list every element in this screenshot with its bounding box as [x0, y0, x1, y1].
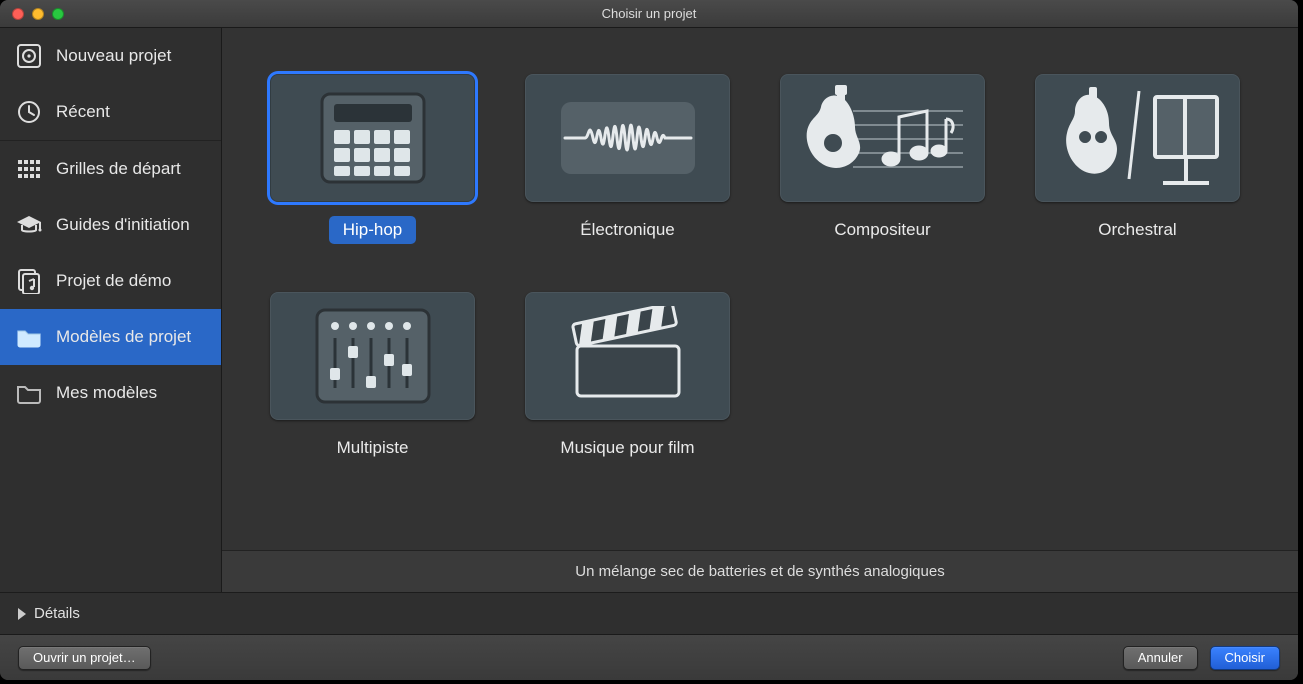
clock-icon — [16, 99, 42, 125]
template-grid: Hip-hop Électronique — [270, 74, 1250, 462]
sidebar-item-starter-grids[interactable]: Grilles de départ — [0, 141, 221, 197]
sidebar-item-label: Récent — [56, 102, 110, 122]
window-title: Choisir un projet — [0, 6, 1298, 21]
sidebar-item-label: Mes modèles — [56, 383, 157, 403]
guitar-notes-icon — [780, 74, 985, 202]
sidebar-item-project-templates[interactable]: Modèles de projet — [0, 309, 221, 365]
details-disclosure-row[interactable]: Détails — [0, 592, 1298, 634]
template-label: Électronique — [566, 216, 689, 244]
grad-cap-icon — [16, 212, 42, 238]
template-label: Orchestral — [1084, 216, 1190, 244]
sidebar-item-recent[interactable]: Récent — [0, 84, 221, 140]
details-label: Détails — [34, 605, 80, 622]
waveform-icon — [525, 74, 730, 202]
open-project-button[interactable]: Ouvrir un projet… — [18, 646, 151, 670]
sidebar-item-label: Modèles de projet — [56, 327, 191, 347]
content-area: Nouveau projet Récent Grilles de dépar — [0, 28, 1298, 592]
grid-icon — [16, 156, 42, 182]
drum-machine-icon — [270, 74, 475, 202]
project-chooser-window: Choisir un projet Nouveau projet Récent — [0, 0, 1298, 680]
mixer-icon — [270, 292, 475, 420]
minimize-window-button[interactable] — [32, 8, 44, 20]
music-doc-icon — [16, 268, 42, 294]
template-label: Compositeur — [820, 216, 944, 244]
folder-icon — [16, 324, 42, 350]
template-description-text: Un mélange sec de batteries et de synthé… — [575, 563, 944, 580]
template-label: Multipiste — [323, 434, 423, 462]
template-grid-wrap: Hip-hop Électronique — [222, 28, 1298, 550]
template-songwriter[interactable]: Compositeur — [780, 74, 985, 244]
sidebar-item-label: Grilles de départ — [56, 159, 181, 179]
choose-button[interactable]: Choisir — [1210, 646, 1280, 670]
zoom-window-button[interactable] — [52, 8, 64, 20]
window-controls — [0, 8, 64, 20]
main-panel: Hip-hop Électronique — [222, 28, 1298, 592]
template-label: Musique pour film — [546, 434, 708, 462]
close-window-button[interactable] — [12, 8, 24, 20]
template-hip-hop[interactable]: Hip-hop — [270, 74, 475, 244]
template-electronic[interactable]: Électronique — [525, 74, 730, 244]
sidebar-item-label: Projet de démo — [56, 271, 171, 291]
sidebar-item-tutorials[interactable]: Guides d'initiation — [0, 197, 221, 253]
titlebar: Choisir un projet — [0, 0, 1298, 28]
sidebar-item-demo-project[interactable]: Projet de démo — [0, 253, 221, 309]
template-film-score[interactable]: Musique pour film — [525, 292, 730, 462]
template-orchestral[interactable]: Orchestral — [1035, 74, 1240, 244]
sidebar: Nouveau projet Récent Grilles de dépar — [0, 28, 222, 592]
sidebar-item-label: Nouveau projet — [56, 46, 171, 66]
sidebar-item-label: Guides d'initiation — [56, 215, 190, 235]
disk-icon — [16, 43, 42, 69]
folder-plain-icon — [16, 380, 42, 406]
cancel-button[interactable]: Annuler — [1123, 646, 1198, 670]
clapper-icon — [525, 292, 730, 420]
bottom-toolbar: Ouvrir un projet… Annuler Choisir — [0, 634, 1298, 680]
template-label: Hip-hop — [329, 216, 417, 244]
template-description: Un mélange sec de batteries et de synthé… — [222, 550, 1298, 592]
violin-stand-icon — [1035, 74, 1240, 202]
sidebar-item-my-templates[interactable]: Mes modèles — [0, 365, 221, 421]
sidebar-item-new-project[interactable]: Nouveau projet — [0, 28, 221, 84]
chevron-right-icon — [18, 608, 26, 620]
template-multitrack[interactable]: Multipiste — [270, 292, 475, 462]
